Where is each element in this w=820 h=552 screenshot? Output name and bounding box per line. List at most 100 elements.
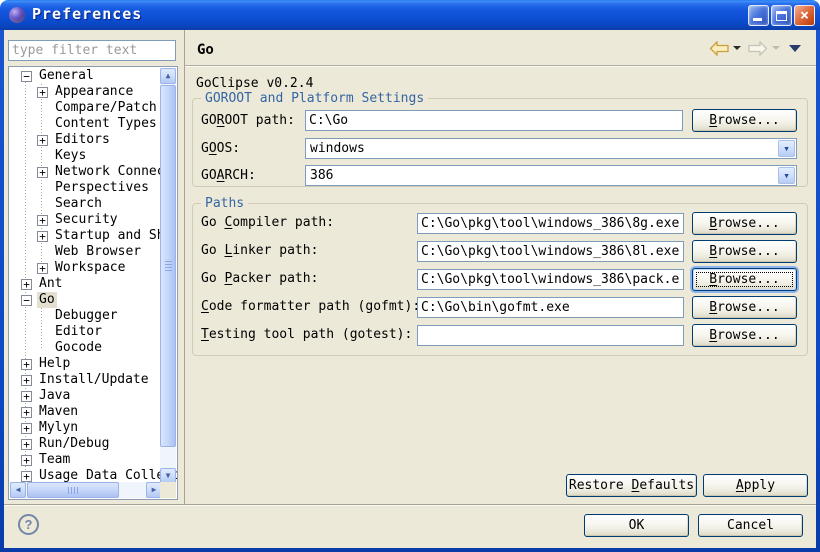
scroll-up-icon: ▲	[166, 72, 171, 80]
forward-arrow-icon[interactable]	[748, 41, 768, 56]
tree-item-run-debug[interactable]: +Run/Debug	[10, 436, 178, 452]
expand-icon[interactable]: +	[37, 263, 48, 274]
expand-icon[interactable]: +	[37, 167, 48, 178]
tree-item-label: Network Connect	[53, 164, 174, 180]
goroot-browse-button[interactable]: Browse...	[692, 109, 797, 132]
goarch-value: 386	[310, 168, 333, 183]
page-title: Go	[197, 42, 214, 58]
tree-item-label: Maven	[37, 404, 80, 420]
go-packer-browse-button[interactable]: Browse...	[692, 268, 797, 291]
tree-item-web-browser[interactable]: Web Browser	[10, 244, 178, 260]
scroll-up-button[interactable]: ▲	[160, 68, 176, 84]
code-formatter-browse-button[interactable]: Browse...	[692, 296, 797, 319]
eclipse-icon	[9, 7, 25, 23]
go-compiler-browse-button[interactable]: Browse...	[692, 212, 797, 235]
tree-item-compare-patch[interactable]: Compare/Patch	[10, 100, 178, 116]
expand-icon[interactable]: +	[37, 215, 48, 226]
minimize-icon	[753, 18, 762, 21]
chevron-down-icon[interactable]: ▾	[778, 140, 795, 157]
apply-button[interactable]: Apply	[703, 474, 808, 497]
expand-icon[interactable]: +	[21, 407, 32, 418]
goroot-path-input[interactable]	[305, 110, 683, 131]
collapse-icon[interactable]: −	[21, 295, 32, 306]
scroll-left-button[interactable]: ◀	[10, 482, 26, 498]
preferences-tree: −General+AppearanceCompare/PatchContent …	[8, 66, 178, 500]
tree-item-go[interactable]: −Go	[10, 292, 178, 308]
expand-icon[interactable]: +	[21, 423, 32, 434]
tree-item-debugger[interactable]: Debugger	[10, 308, 178, 324]
horizontal-scroll-thumb[interactable]	[27, 482, 119, 498]
tree-item-gocode[interactable]: Gocode	[10, 340, 178, 356]
titlebar[interactable]: Preferences ×	[0, 0, 820, 30]
go-linker-browse-button[interactable]: Browse...	[692, 240, 797, 263]
tree-item-mylyn[interactable]: +Mylyn	[10, 420, 178, 436]
tree-item-search[interactable]: Search	[10, 196, 178, 212]
view-menu-icon[interactable]	[789, 45, 801, 52]
tree-item-appearance[interactable]: +Appearance	[10, 84, 178, 100]
tree-vertical-scrollbar[interactable]: ▲ ▼	[160, 68, 176, 484]
expand-icon[interactable]: +	[21, 455, 32, 466]
group-title: GOROOT and Platform Settings	[201, 91, 428, 106]
expand-icon[interactable]: +	[21, 439, 32, 450]
help-icon: ?	[25, 517, 33, 532]
tree-item-help[interactable]: + Help	[10, 356, 178, 372]
testing-tool-path-label: Testing tool path (gotest):	[201, 328, 412, 342]
testing-tool-browse-button[interactable]: Browse...	[692, 324, 797, 347]
expand-icon[interactable]: +	[21, 359, 32, 370]
cancel-button[interactable]: Cancel	[698, 514, 803, 537]
help-button[interactable]: ?	[18, 514, 39, 535]
vertical-scroll-thumb[interactable]	[160, 85, 176, 447]
back-history-menu-icon[interactable]	[733, 46, 741, 50]
minimize-button[interactable]	[748, 5, 769, 26]
tree-item-label: Compare/Patch	[53, 100, 159, 116]
tree-item-editor[interactable]: Editor	[10, 324, 178, 340]
expand-icon[interactable]: +	[21, 279, 32, 290]
close-button[interactable]: ×	[794, 5, 815, 26]
tree-item-label: Help	[37, 356, 72, 372]
tree-item-network-connect[interactable]: + Network Connect	[10, 164, 178, 180]
expand-icon[interactable]: +	[21, 471, 32, 482]
expand-icon[interactable]: +	[21, 375, 32, 386]
go-packer-path-input[interactable]	[417, 269, 684, 290]
testing-tool-path-input[interactable]	[417, 325, 684, 346]
tree-item-install-update[interactable]: +Install/Update	[10, 372, 178, 388]
chevron-down-icon[interactable]: ▾	[778, 167, 795, 184]
tree-item-content-types[interactable]: Content Types	[10, 116, 178, 132]
tree-item-team[interactable]: +Team	[10, 452, 178, 468]
go-linker-path-input[interactable]	[417, 241, 684, 262]
filter-input[interactable]	[8, 40, 176, 61]
tree-item-startup-and-shu[interactable]: +Startup and Shu	[10, 228, 178, 244]
thumb-grip-icon	[68, 487, 78, 494]
tree-item-workspace[interactable]: +Workspace	[10, 260, 178, 276]
go-compiler-path-input[interactable]	[417, 213, 684, 234]
tree-item-perspectives[interactable]: Perspectives	[10, 180, 178, 196]
tree-item-label: Perspectives	[53, 180, 151, 196]
expand-icon[interactable]: +	[37, 231, 48, 242]
maximize-button[interactable]	[771, 5, 792, 26]
collapse-icon[interactable]: −	[21, 71, 32, 82]
tree-item-maven[interactable]: + Maven	[10, 404, 178, 420]
code-formatter-path-input[interactable]	[417, 297, 684, 318]
window-controls: ×	[748, 5, 815, 26]
tree-item-label: Go	[37, 292, 57, 308]
tree-item-security[interactable]: +Security	[10, 212, 178, 228]
tree-item-general[interactable]: −General	[10, 68, 178, 84]
expand-icon[interactable]: +	[37, 135, 48, 146]
expand-icon[interactable]: +	[37, 87, 48, 98]
goos-select[interactable]: windows ▾	[305, 138, 797, 159]
forward-history-menu-icon[interactable]	[772, 46, 780, 50]
tree-item-keys[interactable]: Keys	[10, 148, 178, 164]
tree-item-label: Content Types	[53, 116, 159, 132]
tree-horizontal-scrollbar[interactable]: ◀ ▶	[10, 482, 162, 498]
go-compiler-path-label: Go Compiler path:	[201, 216, 334, 230]
tree-item-ant[interactable]: +Ant	[10, 276, 178, 292]
tree-item-editors[interactable]: +Editors	[10, 132, 178, 148]
expand-icon[interactable]: +	[21, 391, 32, 402]
ok-button[interactable]: OK	[584, 514, 689, 537]
panel-divider	[184, 30, 185, 505]
back-arrow-icon[interactable]	[709, 41, 729, 56]
tree-item-label: Web Browser	[53, 244, 143, 260]
tree-item-java[interactable]: +Java	[10, 388, 178, 404]
restore-defaults-button[interactable]: Restore Defaults	[566, 474, 697, 497]
goarch-select[interactable]: 386 ▾	[305, 165, 797, 186]
